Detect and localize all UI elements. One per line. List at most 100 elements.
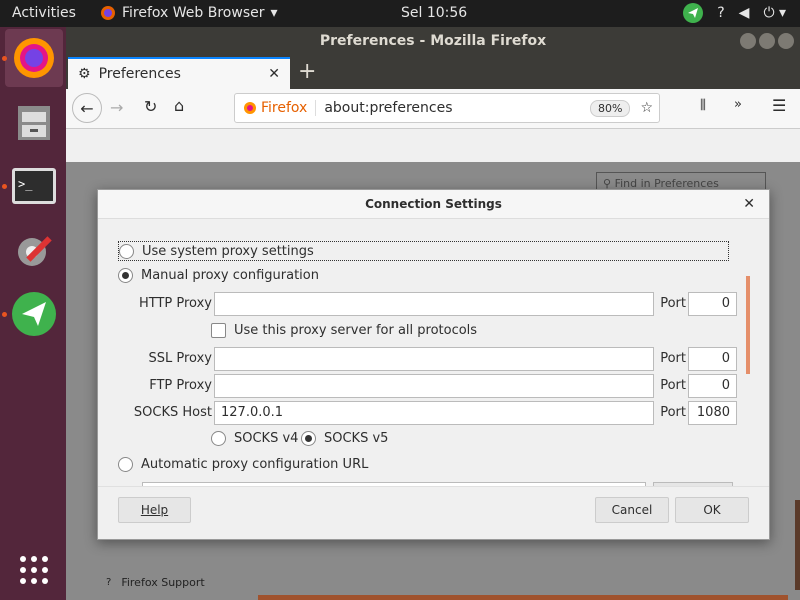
new-tab-button[interactable]: +	[298, 59, 316, 84]
close-tab-icon[interactable]: ✕	[268, 66, 280, 82]
ssl-proxy-label: SSL Proxy	[148, 351, 213, 366]
telegram-icon	[12, 292, 56, 336]
firefox-icon	[101, 6, 115, 20]
dialog-footer: Help Cancel OK	[98, 486, 769, 539]
ok-button[interactable]: OK	[675, 497, 749, 523]
support-label: Firefox Support	[121, 576, 205, 589]
dialog-title: Connection Settings	[365, 197, 502, 211]
http-port-input[interactable]: 0	[688, 292, 737, 316]
help-button[interactable]: Help	[118, 497, 191, 523]
window-title: Preferences - Mozilla Firefox	[319, 33, 547, 49]
all-protocols-label: Use this proxy server for all protocols	[234, 323, 478, 338]
dock-telegram[interactable]	[5, 285, 63, 343]
firefox-icon	[14, 38, 54, 78]
auto-proxy-radio[interactable]	[118, 457, 133, 472]
file-cabinet-icon	[18, 106, 50, 140]
system-proxy-option[interactable]: Use system proxy settings	[118, 241, 729, 261]
http-proxy-input[interactable]	[214, 292, 654, 316]
url-bar[interactable]: Firefox about:preferences 80% ☆	[234, 93, 660, 123]
tab-bar: ⚙ Preferences ✕ +	[66, 55, 800, 89]
clock[interactable]: Sel 10:56	[401, 5, 467, 21]
ftp-port-label: Port	[660, 378, 686, 393]
socks-v4-radio[interactable]	[211, 431, 226, 446]
http-proxy-label: HTTP Proxy	[138, 296, 212, 311]
back-button[interactable]: ←	[72, 93, 102, 123]
socks-v5-radio[interactable]	[301, 431, 316, 446]
dock-settings[interactable]	[5, 221, 63, 279]
socks-v5-option[interactable]: SOCKS v5	[301, 431, 388, 446]
home-button[interactable]: ⌂	[174, 96, 184, 115]
top-bar: Activities Firefox Web Browser ▾ Sel 10:…	[0, 0, 800, 27]
tab-preferences[interactable]: ⚙ Preferences ✕	[68, 57, 290, 89]
accessibility-icon[interactable]: ?	[717, 5, 724, 21]
manual-proxy-option[interactable]: Manual proxy configuration	[118, 268, 319, 283]
firefox-support-link[interactable]: ? Firefox Support	[106, 576, 205, 589]
background-window-edge	[258, 595, 788, 600]
app-menu[interactable]: Firefox Web Browser ▾	[100, 5, 278, 21]
settings-wrench-icon	[18, 236, 52, 266]
ssl-port-input[interactable]: 0	[688, 347, 737, 371]
http-port-label: Port	[660, 296, 686, 311]
ftp-port-input[interactable]: 0	[688, 374, 737, 398]
ftp-proxy-label: FTP Proxy	[149, 378, 212, 393]
window-controls	[740, 33, 794, 49]
manual-proxy-label: Manual proxy configuration	[141, 268, 319, 283]
library-icon[interactable]: ⫼	[700, 98, 706, 113]
menu-icon[interactable]: ☰	[772, 96, 786, 115]
activities-button[interactable]: Activities	[12, 5, 76, 21]
telegram-tray-icon[interactable]	[683, 3, 704, 23]
reload-button[interactable]: ↻	[144, 97, 157, 116]
dialog-titlebar: Connection Settings ✕	[98, 190, 769, 219]
all-protocols-checkbox[interactable]	[211, 323, 226, 338]
power-icon[interactable]: ⏻ ▾	[763, 5, 786, 21]
show-applications-button[interactable]	[5, 541, 63, 599]
socks-port-label: Port	[660, 405, 686, 420]
running-indicator	[2, 312, 7, 317]
minimize-button[interactable]	[740, 33, 756, 49]
background-window-edge	[795, 500, 800, 590]
scrollbar[interactable]	[746, 276, 750, 374]
identity-box[interactable]: Firefox	[235, 100, 317, 116]
close-window-button[interactable]	[778, 33, 794, 49]
dock-terminal[interactable]: >_	[5, 157, 63, 215]
terminal-icon: >_	[12, 168, 56, 204]
socks-v4-label: SOCKS v4	[234, 431, 299, 446]
volume-icon[interactable]: ◀	[739, 5, 750, 21]
connection-settings-dialog: Connection Settings ✕ Use system proxy s…	[97, 189, 770, 540]
socks-v5-label: SOCKS v5	[324, 431, 389, 446]
ftp-proxy-input[interactable]	[214, 374, 654, 398]
nav-bar: ← → ↻ ⌂ Firefox about:preferences 80% ☆ …	[66, 89, 800, 129]
close-icon[interactable]: ✕	[743, 196, 755, 212]
overflow-icon[interactable]: »	[734, 97, 742, 112]
socks-host-input[interactable]: 127.0.0.1	[214, 401, 654, 425]
auto-proxy-label: Automatic proxy configuration URL	[141, 457, 369, 472]
all-protocols-option[interactable]: Use this proxy server for all protocols	[211, 323, 477, 338]
app-name: Firefox Web Browser	[122, 5, 265, 21]
zoom-badge[interactable]: 80%	[589, 99, 631, 117]
app-grid-icon	[20, 556, 48, 584]
dock-firefox[interactable]	[5, 29, 63, 87]
ssl-proxy-input[interactable]	[214, 347, 654, 371]
auto-proxy-option[interactable]: Automatic proxy configuration URL	[118, 457, 368, 472]
gear-icon: ⚙	[78, 66, 91, 82]
tab-label: Preferences	[98, 66, 181, 82]
system-proxy-label: Use system proxy settings	[142, 243, 314, 259]
firefox-icon	[244, 102, 256, 114]
bookmark-star-icon[interactable]: ☆	[640, 100, 653, 116]
running-indicator	[2, 184, 7, 189]
maximize-button[interactable]	[759, 33, 775, 49]
chevron-down-icon: ▾	[270, 5, 278, 21]
system-proxy-radio[interactable]	[119, 243, 134, 259]
socks-port-input[interactable]: 1080	[688, 401, 737, 425]
identity-label: Firefox	[261, 100, 308, 116]
dock-files[interactable]	[5, 93, 63, 151]
manual-proxy-radio[interactable]	[118, 268, 133, 283]
window-titlebar[interactable]: Preferences - Mozilla Firefox	[66, 27, 800, 55]
url-text[interactable]: about:preferences	[316, 100, 590, 116]
cancel-button[interactable]: Cancel	[595, 497, 669, 523]
forward-button[interactable]: →	[110, 98, 123, 117]
dock: >_	[0, 27, 66, 600]
socks-v4-option[interactable]: SOCKS v4	[211, 431, 298, 446]
svg-text:>_: >_	[18, 177, 33, 191]
system-tray[interactable]: ? ◀ ⏻ ▾	[683, 3, 786, 23]
